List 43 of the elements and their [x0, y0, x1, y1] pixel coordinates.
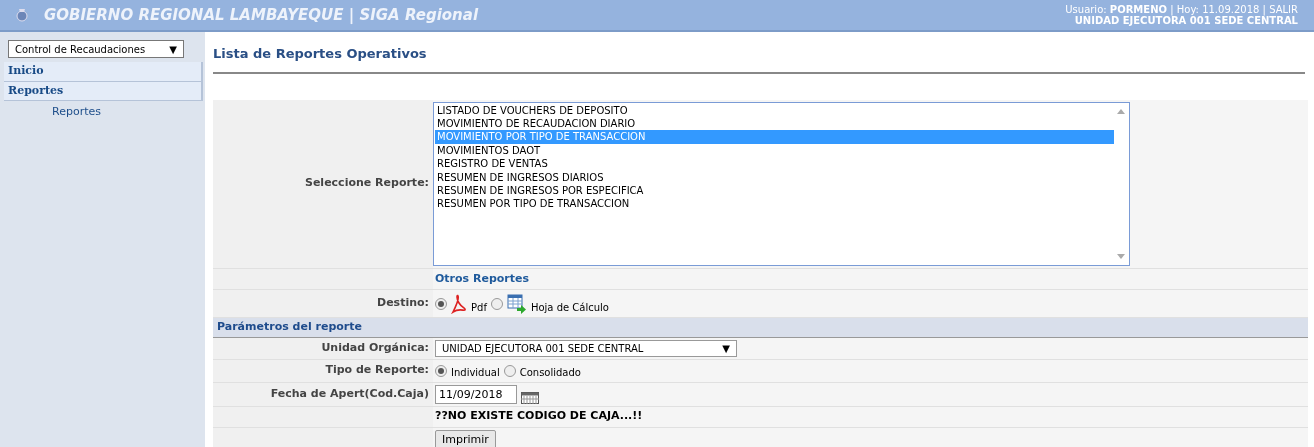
- unit-name: UNIDAD EJECUTORA 001 SEDE CENTRAL: [1073, 15, 1298, 26]
- list-option[interactable]: MOVIMIENTOS DAOT: [435, 143, 1114, 158]
- spreadsheet-export-icon: [506, 293, 527, 314]
- separator: |: [1170, 4, 1174, 15]
- option-label: Hoja de Cálculo: [530, 301, 609, 315]
- calendar-icon[interactable]: [521, 391, 539, 404]
- radio-button[interactable]: [490, 297, 503, 310]
- sidebar-link[interactable]: Reportes: [4, 101, 203, 121]
- list-option[interactable]: RESUMEN DE INGRESOS DIARIOS: [435, 170, 1114, 184]
- section-header: Parámetros del reporte: [213, 318, 1308, 338]
- radio-button[interactable]: [435, 297, 447, 310]
- field-label: Tipo de Reporte:: [325, 362, 429, 379]
- date-text: Hoy: 11.09.2018: [1176, 4, 1260, 15]
- field-label: Seleccione Reporte:: [305, 175, 429, 192]
- list-option[interactable]: REGISTRO DE VENTAS: [435, 157, 1114, 171]
- date-field[interactable]: 11/09/2018: [435, 384, 517, 404]
- field-label: Unidad Orgánica:: [321, 339, 429, 356]
- error-message: ??NO EXISTE CODIGO DE CAJA...!!: [435, 408, 643, 425]
- field-label: Destino:: [377, 295, 429, 312]
- list-option[interactable]: MOVIMIENTO DE RECAUDACION DIARIO: [435, 116, 1114, 131]
- list-option[interactable]: RESUMEN DE INGRESOS POR ESPECIFICA: [435, 183, 1114, 198]
- module-dropdown[interactable]: Control de Recaudaciones ▼: [8, 40, 184, 58]
- radio-button[interactable]: [435, 364, 447, 377]
- other-reports-link[interactable]: Otros Reportes: [435, 270, 530, 287]
- list-option[interactable]: LISTADO DE VOUCHERS DE DEPOSITO: [435, 103, 1114, 117]
- report-listbox[interactable]: [433, 101, 1130, 266]
- user-label: Usuario:: [1065, 4, 1108, 15]
- separator: |: [1262, 4, 1266, 15]
- user-name: PORMENO: [1109, 4, 1167, 15]
- radio-button[interactable]: [503, 364, 516, 377]
- sidebar-section[interactable]: Reportes: [4, 81, 203, 101]
- emblem-icon: [16, 7, 28, 23]
- option-label: Pdf: [471, 301, 487, 315]
- print-button[interactable]: Imprimir: [435, 429, 496, 447]
- pdf-icon: [451, 293, 467, 314]
- sidebar-section[interactable]: Inicio: [4, 62, 203, 82]
- page-title: Lista de Reportes Operativos: [213, 40, 1305, 74]
- unit-dropdown[interactable]: UNIDAD EJECUTORA 001 SEDE CENTRAL ▼: [435, 339, 737, 357]
- field-label: Fecha de Apert(Cod.Caja): [270, 385, 429, 402]
- list-option[interactable]: RESUMEN POR TIPO DE TRANSACCION: [435, 197, 1114, 211]
- option-label: Individual: [451, 365, 500, 380]
- option-label: Consolidado: [519, 365, 581, 380]
- app-title: GOBIERNO REGIONAL LAMBAYEQUE | SIGA Regional: [44, 4, 479, 26]
